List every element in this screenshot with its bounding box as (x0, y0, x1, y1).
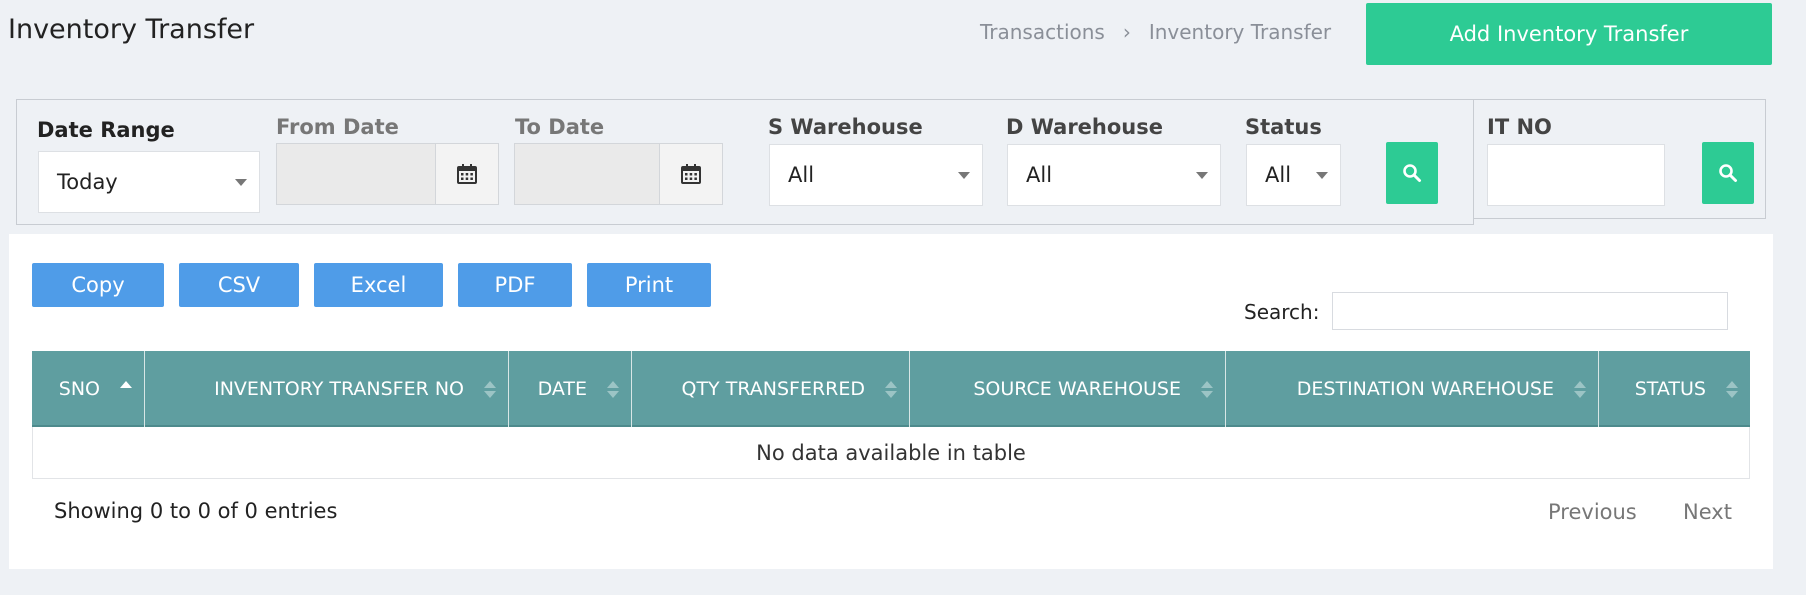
previous-page-button[interactable]: Previous (1548, 500, 1637, 524)
sort-icon (607, 381, 619, 399)
it-no-label: IT NO (1487, 115, 1552, 139)
from-date-calendar-button[interactable] (435, 143, 499, 205)
pdf-button[interactable]: PDF (458, 263, 572, 307)
status-label: Status (1245, 115, 1322, 139)
breadcrumb: Transactions › Inventory Transfer (980, 20, 1331, 44)
search-icon (1719, 164, 1737, 182)
d-warehouse-select[interactable]: All (1007, 144, 1221, 206)
breadcrumb-item-transactions[interactable]: Transactions (980, 20, 1105, 44)
column-header-qty-transferred[interactable]: QTY TRANSFERRED (632, 351, 910, 427)
copy-button[interactable]: Copy (32, 263, 164, 307)
it-no-search-button[interactable] (1702, 142, 1754, 204)
dropdown-caret-icon (1316, 172, 1328, 179)
from-date-input[interactable] (276, 143, 436, 205)
table-info: Showing 0 to 0 of 0 entries (54, 499, 338, 523)
print-button[interactable]: Print (587, 263, 711, 307)
table-header: SNO INVENTORY TRANSFER NO DATE QTY TRANS… (32, 351, 1750, 427)
table-search-input[interactable] (1332, 292, 1728, 330)
date-range-label: Date Range (37, 118, 175, 142)
table-empty-row: No data available in table (32, 427, 1750, 479)
calendar-icon (457, 164, 477, 184)
date-range-select[interactable]: Today (38, 151, 260, 213)
to-date-calendar-button[interactable] (659, 143, 723, 205)
dropdown-caret-icon (958, 172, 970, 179)
search-icon (1403, 164, 1421, 182)
excel-button[interactable]: Excel (314, 263, 443, 307)
column-header-inventory-transfer-no[interactable]: INVENTORY TRANSFER NO (145, 351, 509, 427)
sort-icon (1726, 381, 1738, 399)
s-warehouse-select[interactable]: All (769, 144, 983, 206)
s-warehouse-label: S Warehouse (768, 115, 923, 139)
dropdown-caret-icon (235, 179, 247, 186)
d-warehouse-label: D Warehouse (1006, 115, 1163, 139)
status-select[interactable]: All (1246, 144, 1341, 206)
to-date-input[interactable] (514, 143, 660, 205)
sort-icon (1201, 381, 1213, 399)
csv-button[interactable]: CSV (179, 263, 299, 307)
to-date-label: To Date (515, 115, 605, 139)
sort-icon (1574, 381, 1586, 399)
date-range-value: Today (57, 170, 118, 194)
it-no-input[interactable] (1487, 144, 1665, 206)
sort-icon (484, 381, 496, 399)
column-header-status[interactable]: STATUS (1599, 351, 1750, 427)
page-title: Inventory Transfer (8, 14, 255, 45)
column-header-date[interactable]: DATE (509, 351, 632, 427)
column-header-sno[interactable]: SNO (32, 351, 145, 427)
sort-icon (885, 381, 897, 399)
filter-search-button[interactable] (1386, 142, 1438, 204)
dropdown-caret-icon (1196, 172, 1208, 179)
status-value: All (1265, 163, 1292, 187)
search-label: Search: (1244, 300, 1320, 324)
sort-asc-icon (120, 381, 132, 399)
column-header-destination-warehouse[interactable]: DESTINATION WAREHOUSE (1226, 351, 1599, 427)
breadcrumb-separator: › (1122, 20, 1131, 44)
next-page-button[interactable]: Next (1683, 500, 1732, 524)
from-date-label: From Date (276, 115, 399, 139)
d-warehouse-value: All (1026, 163, 1053, 187)
s-warehouse-value: All (788, 163, 815, 187)
calendar-icon (681, 164, 701, 184)
column-header-source-warehouse[interactable]: SOURCE WAREHOUSE (910, 351, 1226, 427)
add-inventory-transfer-button[interactable]: Add Inventory Transfer (1366, 3, 1772, 65)
breadcrumb-item-current: Inventory Transfer (1148, 20, 1332, 44)
